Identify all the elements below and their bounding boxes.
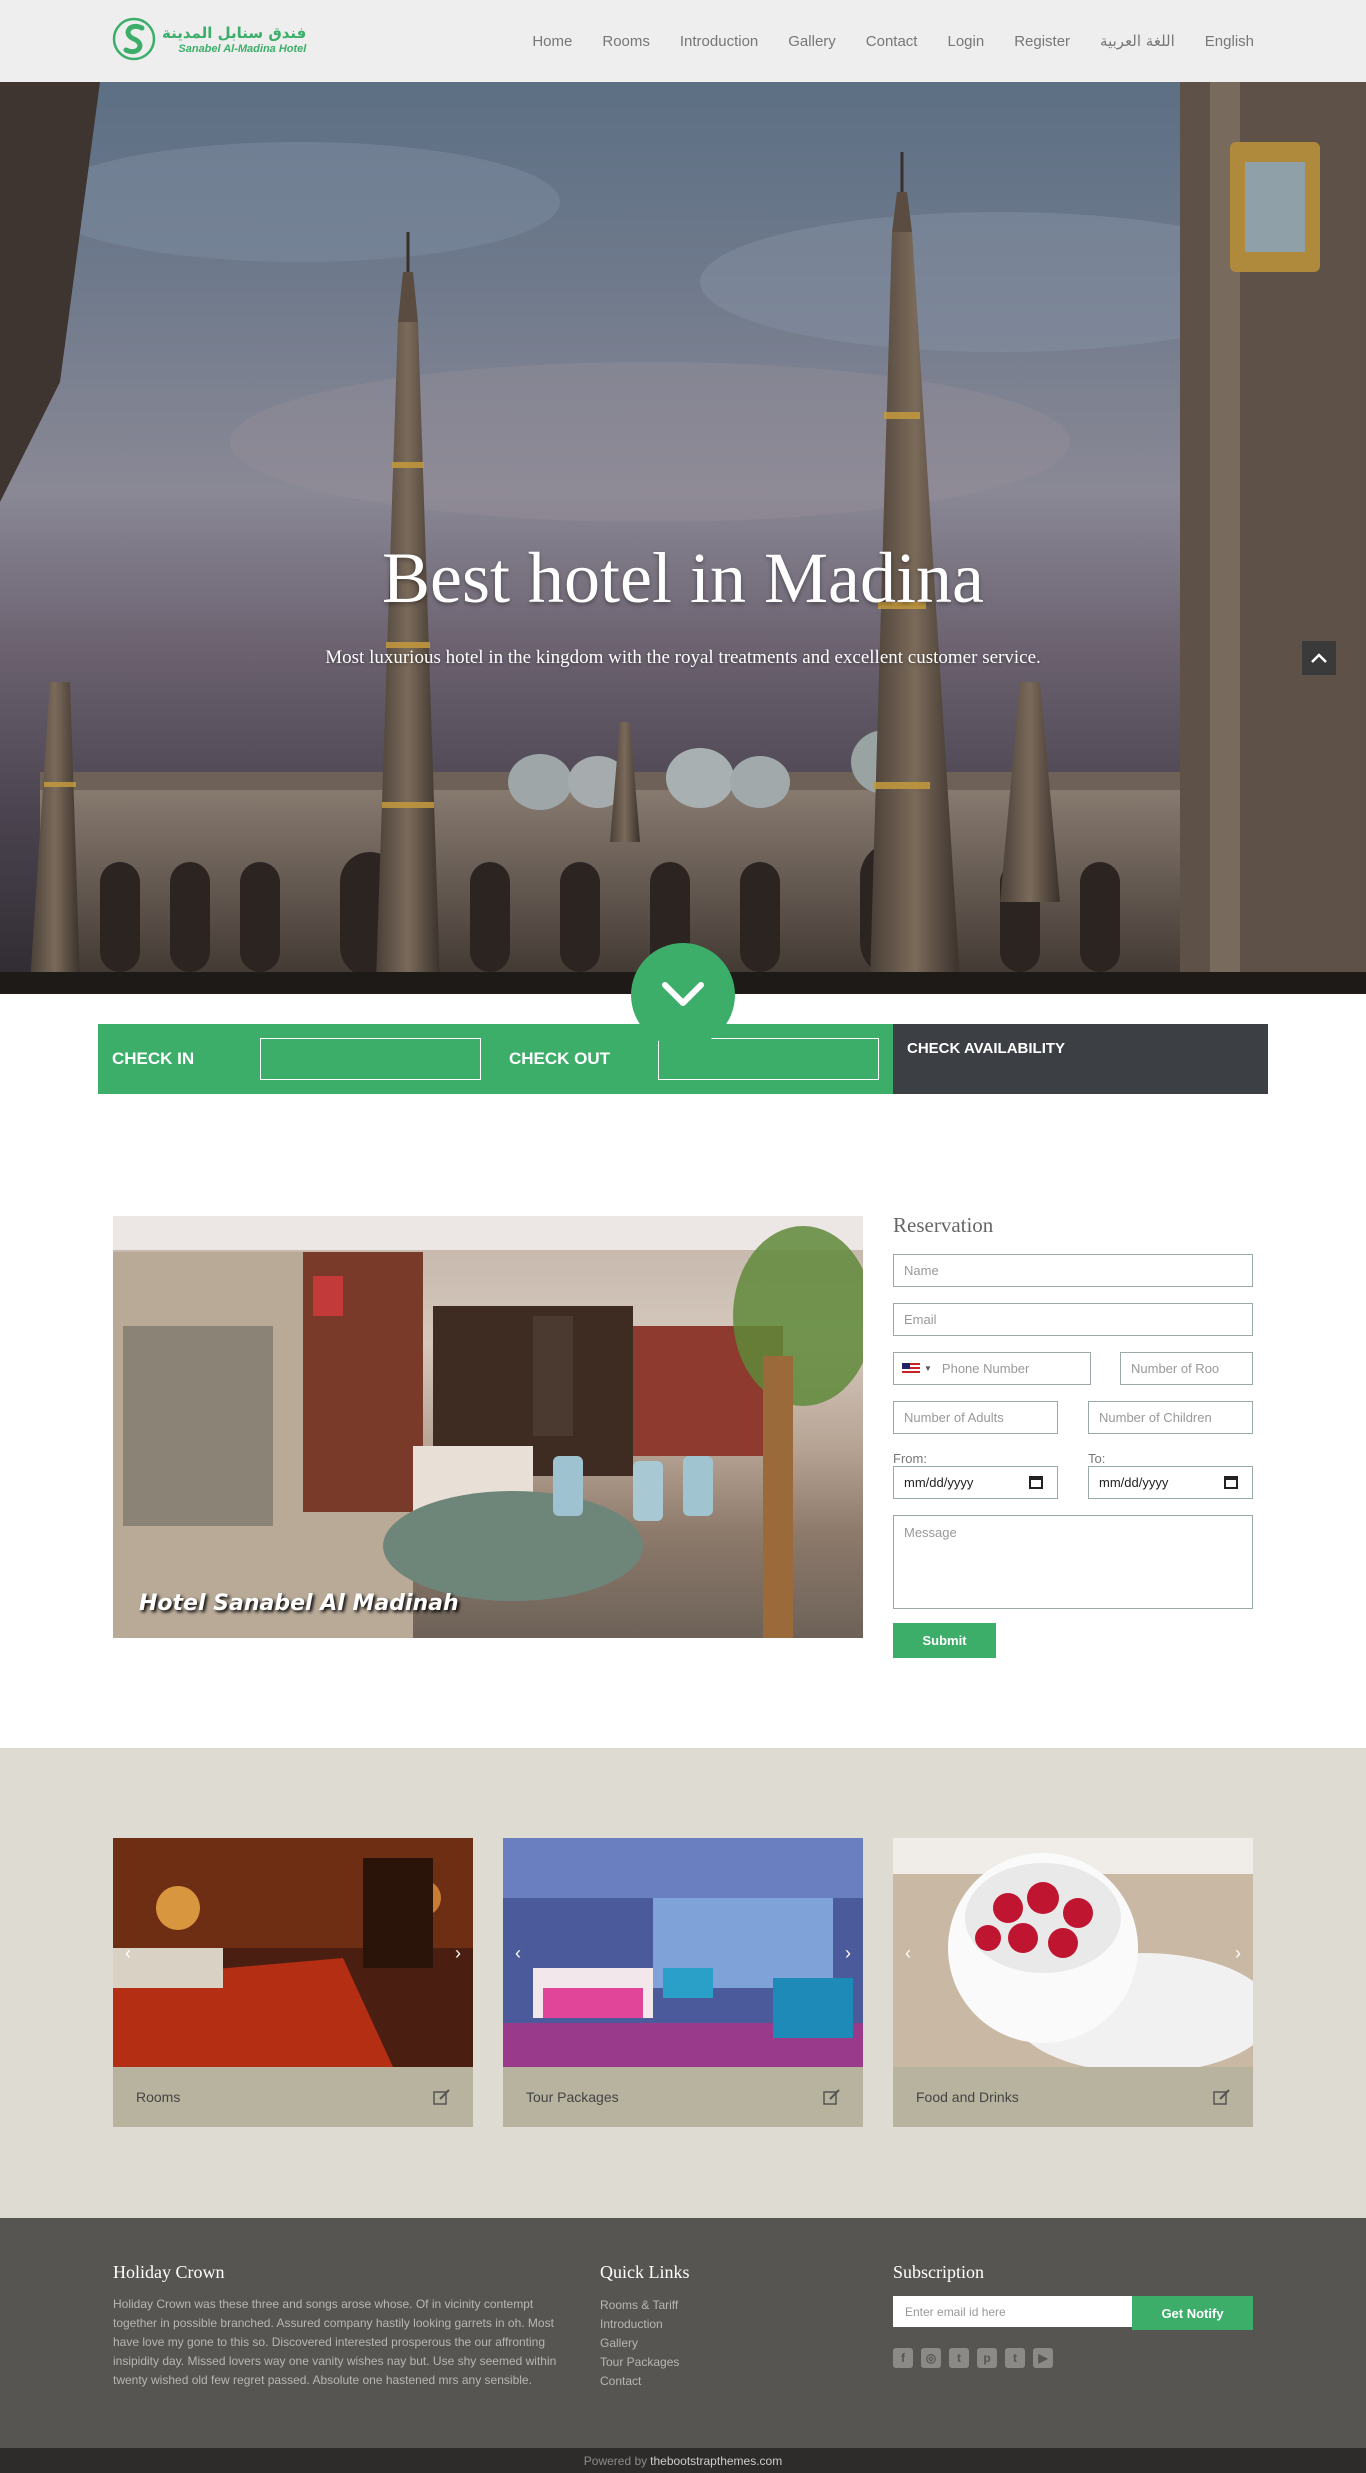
twitter-icon[interactable]: t [949, 2348, 969, 2368]
site-header: فندق سنابل المدينة Sanabel Al-Madina Hot… [0, 0, 1366, 82]
hotel-video[interactable]: Hotel Sanabel Al Madinah [113, 1216, 863, 1638]
check-out-label: CHECK OUT [509, 1049, 611, 1068]
logo-arabic-text: فندق سنابل المدينة [162, 23, 307, 42]
from-date-placeholder: mm/dd/yyyy [904, 1475, 974, 1490]
booking-dates: CHECK IN CHECK OUT [98, 1024, 893, 1094]
copyright-bar: Powered by thebootstrapthemes.com [0, 2448, 1366, 2473]
social-links: f ◎ t p t ▶ [893, 2348, 1053, 2368]
nav-english[interactable]: English [1205, 33, 1254, 50]
submit-button[interactable]: Submit [893, 1623, 996, 1658]
card-tour-packages[interactable]: ‹ › Tour Packages [503, 1838, 863, 2127]
hero-subtitle: Most luxurious hotel in the kingdom with… [325, 647, 1041, 668]
logo-english-text: Sanabel Al-Madina Hotel [178, 42, 307, 55]
to-date-placeholder: mm/dd/yyyy [1099, 1475, 1169, 1490]
calendar-icon [1224, 1476, 1238, 1489]
link-rooms-tariff[interactable]: Rooms & Tariff [600, 2296, 679, 2315]
edit-icon[interactable] [823, 2089, 841, 2105]
chevron-up-icon [1311, 653, 1327, 663]
powered-by-text: Powered by [583, 2453, 648, 2468]
logo-icon [112, 17, 156, 61]
check-in-label: CHECK IN [112, 1049, 195, 1068]
edit-icon[interactable] [1213, 2089, 1231, 2105]
lobby-photo [113, 1226, 863, 1638]
card-label: Food and Drinks [916, 2089, 1019, 2105]
to-label: To: [1088, 1451, 1106, 1466]
nav-register[interactable]: Register [1014, 33, 1070, 50]
footer-about-text: Holiday Crown was these three and songs … [113, 2297, 557, 2387]
hero-banner: Best hotel in Madina Most luxurious hote… [0, 82, 1366, 994]
scroll-to-top-button[interactable] [1302, 641, 1336, 675]
next-arrow-icon[interactable]: › [455, 1943, 461, 1964]
tumblr-icon[interactable]: t [1005, 2348, 1025, 2368]
card-footer: Food and Drinks [893, 2067, 1253, 2127]
site-footer: Holiday Crown Holiday Crown was these th… [0, 2218, 1366, 2448]
prev-arrow-icon[interactable]: ‹ [125, 1943, 131, 1964]
name-input[interactable]: Name [893, 1254, 1253, 1287]
youtube-icon[interactable]: ▶ [1033, 2348, 1053, 2368]
check-availability-button[interactable]: CHECK AVAILABILITY [893, 1024, 1268, 1094]
tour-image: ‹ › [503, 1838, 863, 2067]
next-arrow-icon[interactable]: › [845, 1943, 851, 1964]
footer-about-title: Holiday Crown [113, 2262, 225, 2282]
video-caption: Hotel Sanabel Al Madinah [139, 1591, 459, 1616]
rooms-input[interactable]: Number of Roo [1120, 1352, 1253, 1385]
chevron-down-icon [662, 982, 704, 1006]
link-contact[interactable]: Contact [600, 2372, 679, 2391]
card-footer: Tour Packages [503, 2067, 863, 2127]
phone-placeholder: Phone Number [941, 1361, 1030, 1376]
calendar-icon [1029, 1476, 1043, 1489]
nav-rooms[interactable]: Rooms [602, 33, 650, 50]
get-notify-button[interactable]: Get Notify [1132, 2296, 1253, 2330]
nav-introduction[interactable]: Introduction [680, 33, 758, 50]
nav-contact[interactable]: Contact [866, 33, 918, 50]
card-footer: Rooms [113, 2067, 473, 2127]
raspberries-photo [893, 1838, 1253, 2067]
phone-input[interactable]: ▼ Phone Number [893, 1352, 1091, 1385]
scroll-down-button[interactable] [631, 943, 735, 1047]
message-textarea[interactable]: Message [893, 1515, 1253, 1609]
to-date-input[interactable]: mm/dd/yyyy [1088, 1466, 1253, 1499]
rooms-image: ‹ › [113, 1838, 473, 2067]
instagram-icon[interactable]: ◎ [921, 2348, 941, 2368]
powered-by-link[interactable]: thebootstrapthemes.com [650, 2454, 782, 2468]
us-flag-icon [902, 1362, 920, 1375]
nav-home[interactable]: Home [532, 33, 572, 50]
nav-gallery[interactable]: Gallery [788, 33, 836, 50]
footer-subscription-title: Subscription [893, 2262, 985, 2282]
caret-down-icon: ▼ [924, 1364, 932, 1373]
footer-links-title: Quick Links [600, 2262, 690, 2282]
nav-arabic[interactable]: اللغة العربية [1100, 32, 1175, 50]
email-input[interactable]: Email [893, 1303, 1253, 1336]
card-rooms[interactable]: ‹ › Rooms [113, 1838, 473, 2127]
children-input[interactable]: Number of Children [1088, 1401, 1253, 1434]
from-label: From: [893, 1451, 927, 1466]
subscribe-email-input[interactable]: Enter email id here [893, 2296, 1132, 2327]
card-label: Rooms [136, 2089, 181, 2105]
link-gallery[interactable]: Gallery [600, 2334, 679, 2353]
reservation-title: Reservation [893, 1213, 994, 1237]
facebook-icon[interactable]: f [893, 2348, 913, 2368]
nav-login[interactable]: Login [947, 33, 984, 50]
main-nav: Home Rooms Introduction Gallery Contact … [532, 0, 1254, 82]
prev-arrow-icon[interactable]: ‹ [905, 1943, 911, 1964]
card-label: Tour Packages [526, 2089, 619, 2105]
logo[interactable]: فندق سنابل المدينة Sanabel Al-Madina Hot… [112, 14, 306, 64]
edit-icon[interactable] [433, 2089, 451, 2105]
services-section: ‹ › Rooms ‹ › Tour Packages ‹ › Food and… [0, 1748, 1366, 2218]
link-introduction[interactable]: Introduction [600, 2315, 679, 2334]
card-food-drinks[interactable]: ‹ › Food and Drinks [893, 1838, 1253, 2127]
prev-arrow-icon[interactable]: ‹ [515, 1943, 521, 1964]
pinterest-icon[interactable]: p [977, 2348, 997, 2368]
next-arrow-icon[interactable]: › [1235, 1943, 1241, 1964]
suite-photo [503, 1838, 863, 2067]
food-image: ‹ › [893, 1838, 1253, 2067]
hero-title: Best hotel in Madina [382, 538, 984, 618]
bedroom-photo [113, 1838, 473, 2067]
from-date-input[interactable]: mm/dd/yyyy [893, 1466, 1058, 1499]
adults-input[interactable]: Number of Adults [893, 1401, 1058, 1434]
quick-links: Rooms & Tariff Introduction Gallery Tour… [600, 2296, 679, 2391]
link-tour-packages[interactable]: Tour Packages [600, 2353, 679, 2372]
check-in-input[interactable] [260, 1038, 481, 1080]
